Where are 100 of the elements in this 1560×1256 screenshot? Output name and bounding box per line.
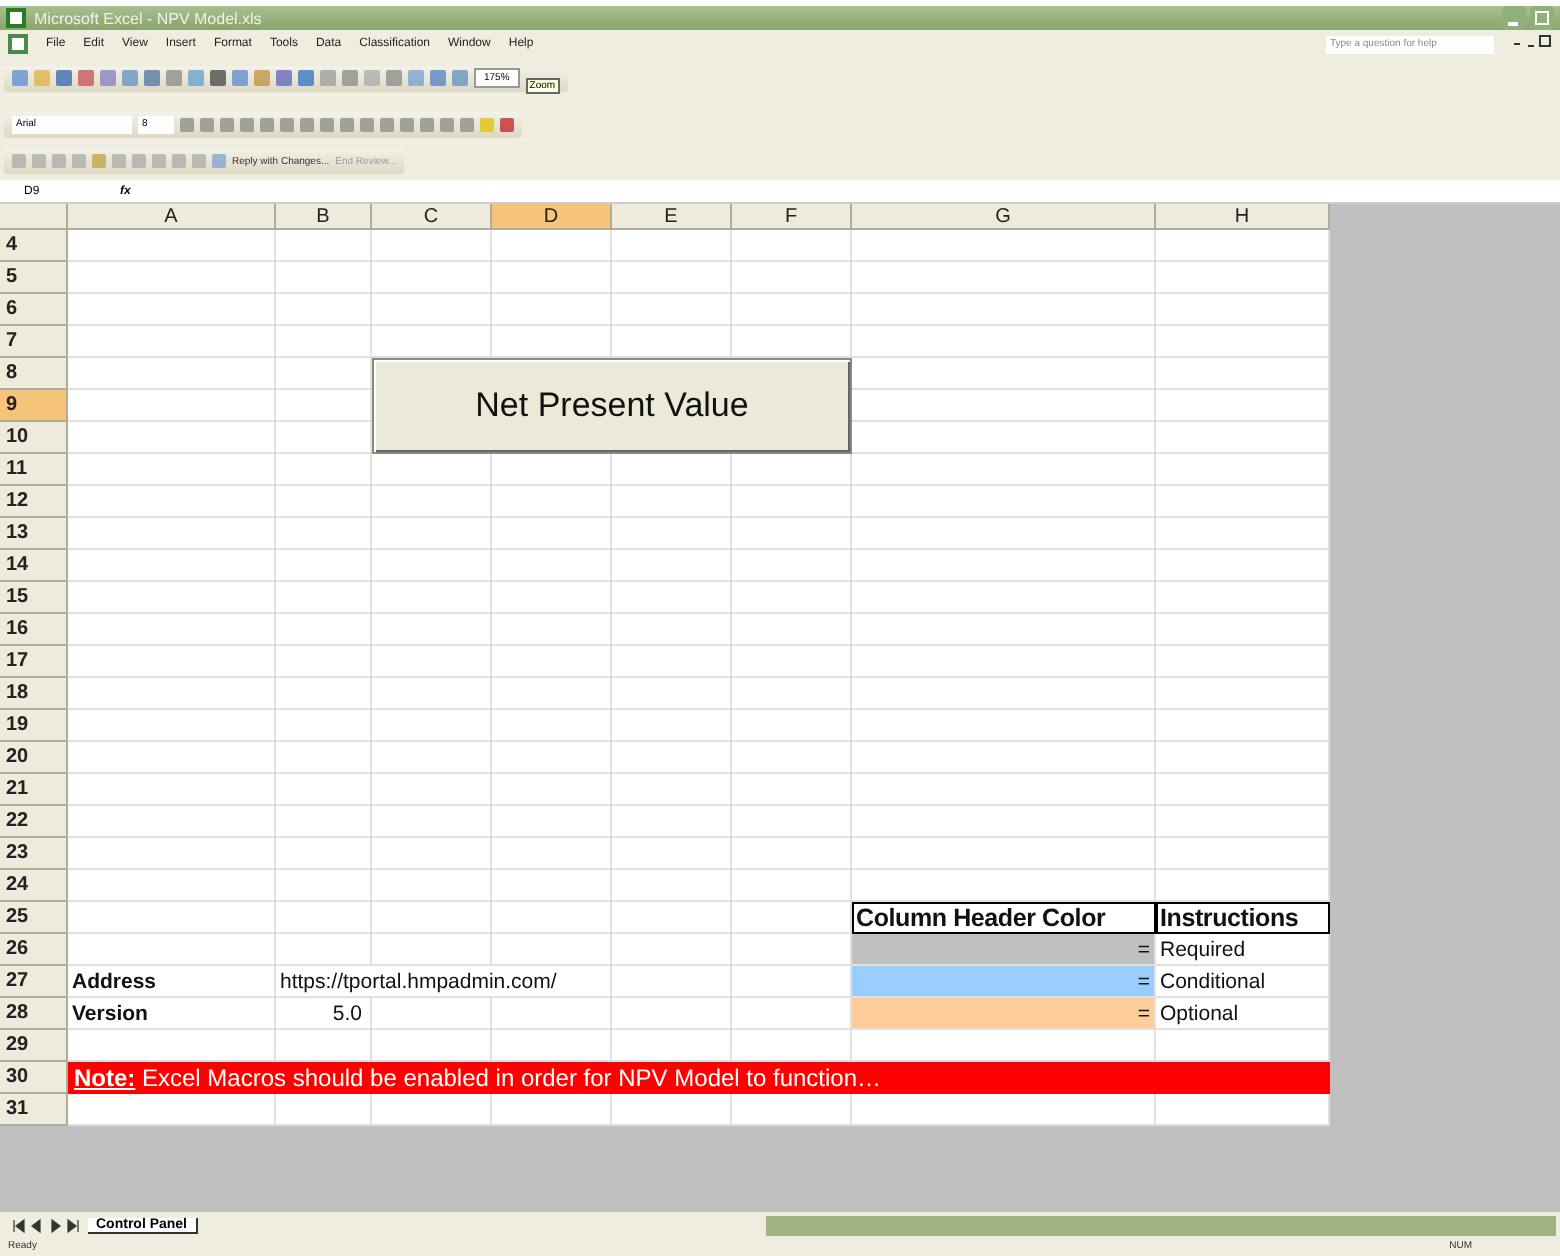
table-cell[interactable]	[732, 1094, 852, 1126]
table-cell[interactable]	[276, 230, 372, 262]
table-cell[interactable]	[276, 838, 372, 870]
table-cell[interactable]	[68, 870, 276, 902]
table-cell[interactable]	[372, 230, 492, 262]
table-cell[interactable]	[732, 294, 852, 326]
table-cell[interactable]	[1156, 774, 1330, 806]
table-cell[interactable]	[68, 390, 276, 422]
table-cell[interactable]	[852, 550, 1156, 582]
table-cell[interactable]	[852, 422, 1156, 454]
table-cell[interactable]	[732, 518, 852, 550]
table-cell[interactable]	[612, 614, 732, 646]
table-cell[interactable]	[732, 742, 852, 774]
table-cell[interactable]	[68, 422, 276, 454]
row-header[interactable]: 24	[0, 870, 68, 902]
table-cell[interactable]	[1156, 550, 1330, 582]
table-cell[interactable]	[612, 646, 732, 678]
table-cell[interactable]	[1156, 262, 1330, 294]
row-header[interactable]: 23	[0, 838, 68, 870]
table-cell[interactable]	[372, 262, 492, 294]
table-cell[interactable]	[732, 774, 852, 806]
table-cell[interactable]	[852, 582, 1156, 614]
net-present-value-button[interactable]: Net Present Value	[372, 358, 852, 454]
table-cell[interactable]	[372, 710, 492, 742]
table-cell[interactable]	[852, 486, 1156, 518]
table-cell[interactable]	[492, 550, 612, 582]
table-cell[interactable]	[852, 390, 1156, 422]
column-header[interactable]: E	[612, 204, 732, 230]
row-header[interactable]: 7	[0, 326, 68, 358]
table-cell[interactable]	[852, 838, 1156, 870]
table-cell[interactable]	[732, 838, 852, 870]
table-cell[interactable]	[1156, 582, 1330, 614]
table-cell[interactable]	[68, 486, 276, 518]
table-cell[interactable]	[492, 518, 612, 550]
table-cell[interactable]	[492, 774, 612, 806]
table-cell[interactable]	[372, 998, 492, 1030]
table-cell[interactable]	[732, 614, 852, 646]
table-cell[interactable]	[852, 518, 1156, 550]
table-cell[interactable]	[68, 582, 276, 614]
table-cell[interactable]	[68, 934, 276, 966]
row-header[interactable]: 28	[0, 998, 68, 1030]
column-header[interactable]: G	[852, 204, 1156, 230]
table-cell[interactable]	[1156, 870, 1330, 902]
table-cell[interactable]	[68, 518, 276, 550]
table-cell[interactable]	[852, 230, 1156, 262]
table-cell[interactable]	[492, 678, 612, 710]
table-cell[interactable]	[732, 262, 852, 294]
table-cell[interactable]	[492, 230, 612, 262]
table-cell[interactable]	[68, 838, 276, 870]
table-cell[interactable]	[276, 870, 372, 902]
table-cell[interactable]	[276, 646, 372, 678]
table-cell[interactable]	[372, 614, 492, 646]
table-cell[interactable]	[732, 230, 852, 262]
row-header[interactable]: 11	[0, 454, 68, 486]
table-cell[interactable]	[492, 710, 612, 742]
column-header[interactable]: B	[276, 204, 372, 230]
table-cell[interactable]	[492, 870, 612, 902]
table-cell[interactable]	[68, 646, 276, 678]
table-cell[interactable]	[68, 454, 276, 486]
table-cell[interactable]	[612, 486, 732, 518]
row-header[interactable]: 12	[0, 486, 68, 518]
table-cell[interactable]	[276, 262, 372, 294]
table-cell[interactable]	[852, 326, 1156, 358]
row-header[interactable]: 14	[0, 550, 68, 582]
row-header[interactable]: 22	[0, 806, 68, 838]
row-header[interactable]: 25	[0, 902, 68, 934]
table-cell[interactable]	[276, 1094, 372, 1126]
table-cell[interactable]	[276, 550, 372, 582]
table-cell[interactable]	[612, 550, 732, 582]
table-cell[interactable]	[276, 902, 372, 934]
table-cell[interactable]	[612, 582, 732, 614]
table-cell[interactable]	[492, 902, 612, 934]
row-header[interactable]: 15	[0, 582, 68, 614]
table-cell[interactable]	[68, 710, 276, 742]
column-header[interactable]: C	[372, 204, 492, 230]
table-cell[interactable]	[68, 774, 276, 806]
table-cell[interactable]	[68, 230, 276, 262]
table-cell[interactable]	[1156, 646, 1330, 678]
table-cell[interactable]	[276, 742, 372, 774]
row-header[interactable]: 30	[0, 1062, 68, 1094]
column-header[interactable]: D	[492, 204, 612, 230]
table-cell[interactable]	[612, 870, 732, 902]
table-cell[interactable]	[732, 902, 852, 934]
table-cell[interactable]	[68, 294, 276, 326]
table-cell[interactable]	[276, 582, 372, 614]
table-cell[interactable]	[276, 678, 372, 710]
table-cell[interactable]	[852, 678, 1156, 710]
table-cell[interactable]	[276, 454, 372, 486]
table-cell[interactable]	[612, 902, 732, 934]
row-header[interactable]: 4	[0, 230, 68, 262]
table-cell[interactable]	[732, 582, 852, 614]
table-cell[interactable]	[1156, 678, 1330, 710]
table-cell[interactable]	[68, 358, 276, 390]
row-header[interactable]: 20	[0, 742, 68, 774]
table-cell[interactable]	[492, 614, 612, 646]
table-cell[interactable]	[612, 294, 732, 326]
table-cell[interactable]	[276, 934, 372, 966]
table-cell[interactable]	[612, 966, 732, 998]
table-cell[interactable]	[852, 710, 1156, 742]
table-cell[interactable]	[852, 1094, 1156, 1126]
